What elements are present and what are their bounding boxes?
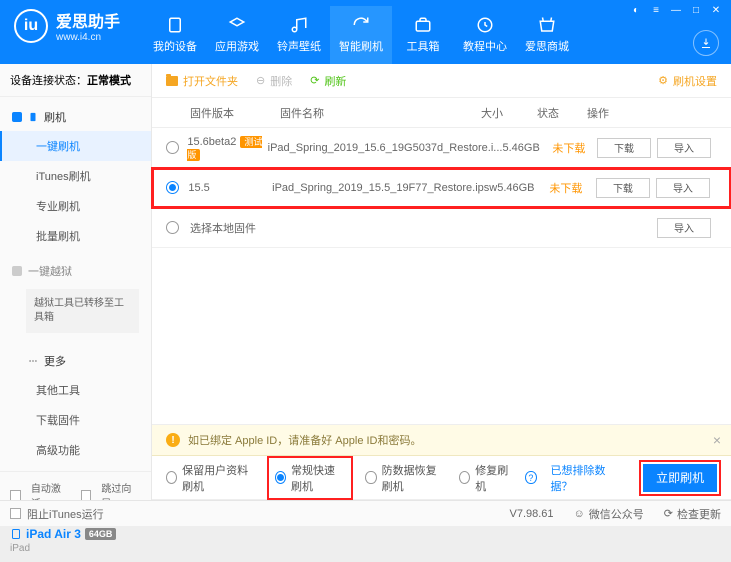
app-header: iu 爱思助手 www.i4.cn 我的设备 应用游戏 铃声壁纸 智能刷机 工具… xyxy=(0,0,731,64)
flash-options: 保留用户资料刷机 常规快速刷机 防数据恢复刷机 修复刷机 ? 已想排除数据？ 立… xyxy=(152,456,731,500)
nav-toolbox[interactable]: 工具箱 xyxy=(392,6,454,64)
brand-sub: www.i4.cn xyxy=(56,32,120,43)
delete-button[interactable]: ⊖删除 xyxy=(256,73,292,89)
th-ops: 操作 xyxy=(587,105,717,121)
jailbreak-note: 越狱工具已转移至工具箱 xyxy=(26,289,139,333)
appleid-warning: ! 如已绑定 Apple ID，请准备好 Apple ID和密码。 × xyxy=(152,424,731,456)
check-update-link[interactable]: ⟳检查更新 xyxy=(664,506,721,522)
sidebar-item-oneclick[interactable]: 一键刷机 xyxy=(0,131,151,161)
tablet-icon xyxy=(10,528,22,540)
version-label: V7.98.61 xyxy=(510,508,554,520)
theme-icon[interactable]: ◐ xyxy=(627,4,645,16)
th-size: 大小 xyxy=(481,105,537,121)
skip-guide-checkbox[interactable] xyxy=(81,490,92,501)
flash-now-button[interactable]: 立即刷机 xyxy=(643,464,717,492)
nav-ringtones[interactable]: 铃声壁纸 xyxy=(268,6,330,64)
row-radio[interactable] xyxy=(166,221,179,234)
download-button[interactable]: 下载 xyxy=(596,178,650,198)
gear-icon: ⚙ xyxy=(658,74,668,87)
device-name: iPad Air 3 xyxy=(26,527,81,541)
device-model: iPad xyxy=(10,543,141,554)
row-radio[interactable] xyxy=(166,181,179,194)
main-panel: 打开文件夹 ⊖删除 ⟳刷新 ⚙刷机设置 固件版本 固件名称 大小 状态 操作 1… xyxy=(152,64,731,500)
radio-icon xyxy=(459,471,470,484)
import-button[interactable]: 导入 xyxy=(657,138,711,158)
local-firmware-row[interactable]: 选择本地固件 导入 xyxy=(152,208,731,248)
opt-anti-recovery[interactable]: 防数据恢复刷机 xyxy=(365,462,445,494)
help-icon[interactable]: ? xyxy=(525,471,536,484)
nav-store[interactable]: 爱思商城 xyxy=(516,6,578,64)
nav-my-device[interactable]: 我的设备 xyxy=(144,6,206,64)
lock-icon xyxy=(12,266,22,276)
folder-icon xyxy=(166,76,178,86)
import-button[interactable]: 导入 xyxy=(656,178,710,198)
opt-keep-data[interactable]: 保留用户资料刷机 xyxy=(166,462,255,494)
radio-icon xyxy=(275,471,286,484)
status-bar: 阻止iTunes运行 V7.98.61 ☺微信公众号 ⟳检查更新 xyxy=(0,500,731,526)
device-storage-badge: 64GB xyxy=(85,528,117,540)
nav-flash[interactable]: 智能刷机 xyxy=(330,6,392,64)
row-radio[interactable] xyxy=(166,141,179,154)
block-itunes-checkbox[interactable] xyxy=(10,508,21,519)
sidebar-group-jailbreak[interactable]: 一键越狱 xyxy=(0,257,151,285)
warning-close-button[interactable]: × xyxy=(713,432,721,448)
toolbar: 打开文件夹 ⊖删除 ⟳刷新 ⚙刷机设置 xyxy=(152,64,731,98)
minimize-icon[interactable]: — xyxy=(667,4,685,16)
auto-activate-checkbox[interactable] xyxy=(10,490,21,501)
download-indicator-icon[interactable] xyxy=(693,30,719,56)
logo: iu 爱思助手 www.i4.cn xyxy=(0,0,134,51)
open-folder-button[interactable]: 打开文件夹 xyxy=(166,73,238,89)
update-icon: ⟳ xyxy=(664,507,673,520)
download-button[interactable]: 下载 xyxy=(597,138,651,158)
firmware-row-selected[interactable]: 15.5 iPad_Spring_2019_15.5_19F77_Restore… xyxy=(152,168,731,208)
top-nav: 我的设备 应用游戏 铃声壁纸 智能刷机 工具箱 教程中心 爱思商城 xyxy=(144,0,578,64)
th-status: 状态 xyxy=(537,105,587,121)
close-icon[interactable]: ✕ xyxy=(707,4,725,16)
maximize-icon[interactable]: □ xyxy=(687,4,705,16)
radio-icon xyxy=(365,471,376,484)
sidebar-item-download-fw[interactable]: 下载固件 xyxy=(0,405,151,435)
wechat-link[interactable]: ☺微信公众号 xyxy=(574,506,644,522)
table-header: 固件版本 固件名称 大小 状态 操作 xyxy=(152,98,731,128)
sidebar-item-itunes[interactable]: iTunes刷机 xyxy=(0,161,151,191)
radio-icon xyxy=(166,471,177,484)
refresh-button[interactable]: ⟳刷新 xyxy=(310,73,346,89)
firmware-row[interactable]: 15.6beta2测试版 iPad_Spring_2019_15.6_19G50… xyxy=(152,128,731,168)
flash-settings-button[interactable]: ⚙刷机设置 xyxy=(658,73,717,89)
warning-icon: ! xyxy=(166,433,180,447)
wechat-icon: ☺ xyxy=(574,508,585,520)
import-button[interactable]: 导入 xyxy=(657,218,711,238)
sidebar-item-pro[interactable]: 专业刷机 xyxy=(0,191,151,221)
delete-icon: ⊖ xyxy=(256,74,265,87)
refresh-icon: ⟳ xyxy=(310,74,319,87)
sidebar-item-other-tools[interactable]: 其他工具 xyxy=(0,375,151,405)
window-controls: ◐ ≡ — □ ✕ xyxy=(627,4,725,16)
sidebar-group-more[interactable]: 更多 xyxy=(0,347,151,375)
th-version: 固件版本 xyxy=(190,105,280,121)
connection-status: 设备连接状态：正常模式 xyxy=(0,64,151,97)
brand-title: 爱思助手 xyxy=(56,8,120,32)
menu-icon[interactable]: ≡ xyxy=(647,4,665,16)
sidebar-group-flash[interactable]: 刷机 xyxy=(0,103,151,131)
th-name: 固件名称 xyxy=(280,105,481,121)
exclude-data-link[interactable]: 已想排除数据？ xyxy=(551,462,616,494)
sidebar: 设备连接状态：正常模式 刷机 一键刷机 iTunes刷机 专业刷机 批量刷机 一… xyxy=(0,64,152,500)
opt-normal-fast[interactable]: 常规快速刷机 xyxy=(269,458,352,498)
nav-apps[interactable]: 应用游戏 xyxy=(206,6,268,64)
sidebar-item-batch[interactable]: 批量刷机 xyxy=(0,221,151,251)
opt-repair[interactable]: 修复刷机 xyxy=(459,462,511,494)
nav-tutorials[interactable]: 教程中心 xyxy=(454,6,516,64)
sidebar-item-advanced[interactable]: 高级功能 xyxy=(0,435,151,465)
logo-icon: iu xyxy=(14,9,48,43)
